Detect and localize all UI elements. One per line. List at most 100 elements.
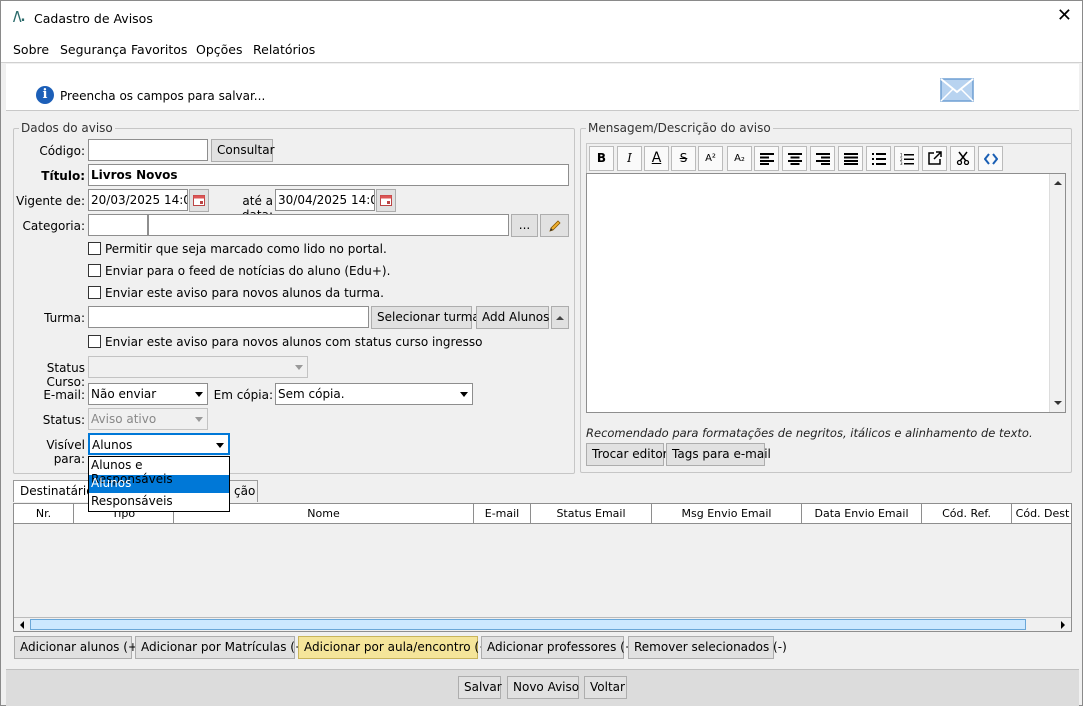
consultar-button[interactable]: Consultar — [211, 139, 275, 162]
italic-button[interactable]: I — [617, 146, 642, 171]
checkbox-status-ingresso[interactable]: Enviar este aviso para novos alunos com … — [88, 335, 482, 349]
scroll-thumb[interactable] — [30, 619, 1026, 630]
chevron-down-icon — [195, 417, 203, 422]
menu-bar: Sobre Segurança Favoritos Opções Relatór… — [1, 35, 1082, 63]
col-status-email[interactable]: Status Email — [531, 504, 652, 524]
col-cod-ref[interactable]: Cód. Ref. — [922, 504, 1012, 524]
chevron-up-icon — [556, 316, 564, 320]
subscript-button[interactable]: A₂ — [727, 146, 752, 171]
close-icon[interactable]: ✕ — [1057, 7, 1072, 25]
novo-aviso-button[interactable]: Novo Aviso — [507, 676, 579, 699]
checkbox-label: Enviar este aviso para novos alunos da t… — [105, 286, 384, 300]
visivel-value: Alunos — [92, 438, 133, 452]
scroll-right-icon[interactable] — [1056, 618, 1070, 632]
ate-input[interactable]: 30/04/2025 14:01 — [275, 189, 375, 211]
align-left-button[interactable] — [754, 146, 779, 171]
bold-button[interactable]: B — [589, 146, 614, 171]
codigo-label: Código: — [39, 144, 85, 158]
align-right-button[interactable] — [810, 146, 835, 171]
visivel-label: Visível para: — [46, 438, 85, 466]
external-link-button[interactable] — [922, 146, 947, 171]
titulo-input[interactable]: Livros Novos — [88, 164, 569, 186]
menu-seguranca[interactable]: Segurança — [60, 42, 127, 57]
adicionar-alunos-button[interactable]: Adicionar alunos (+) — [14, 636, 143, 659]
collapse-button[interactable] — [551, 306, 569, 329]
categoria-search-button[interactable]: ... — [511, 214, 538, 237]
visivel-option-responsaveis[interactable]: Responsáveis — [89, 493, 229, 511]
checkbox-novos-alunos-turma[interactable]: Enviar este aviso para novos alunos da t… — [88, 286, 384, 300]
col-email[interactable]: E-mail — [474, 504, 531, 524]
email-value: Não enviar — [91, 387, 157, 401]
salvar-button[interactable]: Salvar — [458, 676, 502, 699]
status-curso-select[interactable] — [88, 356, 308, 378]
status-curso-label: Status Curso: — [46, 361, 85, 389]
add-alunos-button[interactable]: Add Alunos — [476, 306, 549, 329]
email-select[interactable]: Não enviar — [88, 383, 208, 405]
selecionar-turma-button[interactable]: Selecionar turma — [371, 306, 480, 329]
adicionar-aula-encontro-button[interactable]: Adicionar por aula/encontro (+) — [298, 636, 494, 659]
menu-sobre[interactable]: Sobre — [13, 42, 49, 57]
checkbox-feed-noticias[interactable]: Enviar para o feed de notícias do aluno … — [88, 264, 390, 278]
categoria-name-input[interactable] — [148, 214, 509, 236]
calendar-button-ate[interactable] — [376, 189, 396, 212]
number-list-button[interactable]: 123 — [894, 146, 919, 171]
mensagem-group-title: Mensagem/Descrição do aviso — [586, 121, 773, 135]
col-nr[interactable]: Nr. — [14, 504, 74, 524]
categoria-code-input[interactable] — [88, 214, 148, 236]
adicionar-professores-button[interactable]: Adicionar professores (+) — [481, 636, 640, 659]
destinatarios-grid: Nr. Tipo Nome E-mail Status Email Msg En… — [13, 503, 1072, 632]
info-message: Preencha os campos para salvar... — [60, 89, 266, 103]
tab-configuracao[interactable]: ção — [228, 480, 258, 502]
email-label: E-mail: — [43, 388, 85, 402]
justify-button[interactable] — [838, 146, 863, 171]
col-msg-envio-email[interactable]: Msg Envio Email — [652, 504, 802, 524]
checkbox-label: Enviar para o feed de notícias do aluno … — [105, 264, 391, 278]
calendar-icon — [380, 195, 392, 206]
code-button[interactable] — [978, 146, 1003, 171]
tab-destinatarios[interactable]: Destinatários — [13, 480, 100, 502]
categoria-edit-button[interactable] — [540, 214, 569, 237]
editor-scrollbar[interactable] — [1049, 174, 1065, 412]
strikethrough-button[interactable]: S — [671, 146, 696, 171]
align-center-button[interactable] — [782, 146, 807, 171]
cut-button[interactable] — [950, 146, 975, 171]
scroll-left-icon[interactable] — [15, 618, 29, 632]
message-editor[interactable] — [586, 173, 1066, 413]
menu-opcoes[interactable]: Opções — [196, 42, 243, 57]
app-logo-icon: /\. — [13, 10, 25, 25]
font-color-button[interactable]: A — [644, 146, 669, 171]
checkbox-box[interactable] — [88, 242, 101, 255]
vigente-input[interactable]: 20/03/2025 14:01 — [88, 189, 188, 211]
col-data-envio-email[interactable]: Data Envio Email — [802, 504, 922, 524]
calendar-button-vigente[interactable] — [189, 189, 209, 212]
scroll-down-icon[interactable] — [1050, 396, 1066, 410]
grid-horizontal-scrollbar[interactable] — [14, 617, 1071, 631]
superscript-button[interactable]: A² — [698, 146, 723, 171]
adicionar-matriculas-button[interactable]: Adicionar por Matrículas (+) — [135, 636, 310, 659]
menu-favoritos[interactable]: Favoritos — [131, 42, 187, 57]
remover-selecionados-button[interactable]: Remover selecionados (-) — [628, 636, 787, 659]
menu-relatorios[interactable]: Relatórios — [253, 42, 315, 57]
align-left-icon — [759, 153, 774, 165]
visivel-select[interactable]: Alunos — [88, 433, 230, 455]
align-center-icon — [787, 153, 802, 165]
turma-input[interactable] — [88, 306, 369, 328]
voltar-button[interactable]: Voltar — [584, 676, 627, 699]
bullet-list-icon — [871, 153, 886, 165]
checkbox-box[interactable] — [88, 286, 101, 299]
visivel-option-alunos-responsaveis[interactable]: Alunos e Responsáveis — [89, 457, 229, 486]
em-copia-select[interactable]: Sem cópia. — [275, 383, 473, 405]
checkbox-box[interactable] — [88, 335, 101, 348]
bullet-list-button[interactable] — [866, 146, 891, 171]
em-copia-label: Em cópia: — [213, 388, 273, 402]
editor-hint: Recomendado para formatações de negritos… — [586, 426, 1033, 440]
scroll-up-icon[interactable] — [1050, 176, 1066, 190]
codigo-input[interactable] — [88, 139, 208, 161]
checkbox-lido-portal[interactable]: Permitir que seja marcado como lido no p… — [88, 242, 387, 256]
checkbox-box[interactable] — [88, 264, 101, 277]
external-link-icon — [927, 151, 942, 165]
status-select[interactable]: Aviso ativo — [88, 408, 208, 430]
trocar-editor-button[interactable]: Trocar editor — [586, 443, 668, 466]
col-cod-dest[interactable]: Cód. Dest — [1012, 504, 1073, 524]
tags-email-button[interactable]: Tags para e-mail — [666, 443, 771, 466]
